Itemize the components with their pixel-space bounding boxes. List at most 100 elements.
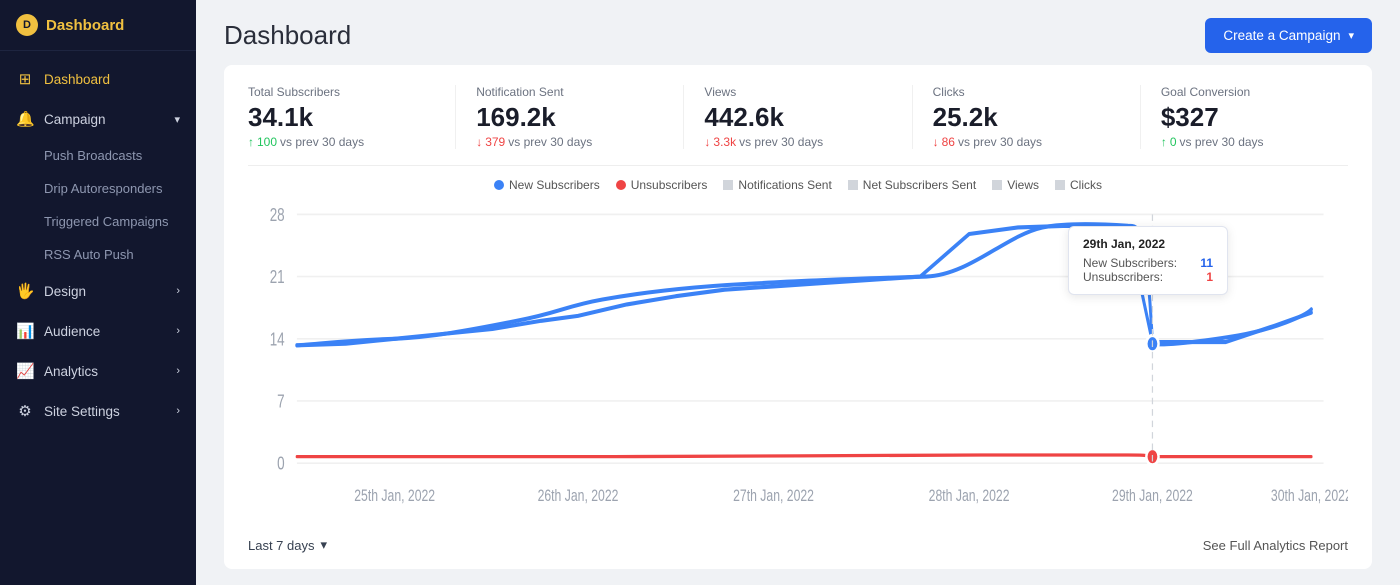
sidebar-item-push-broadcasts[interactable]: Push Broadcasts xyxy=(0,139,196,172)
sidebar-item-label: Analytics xyxy=(44,364,98,379)
sidebar-item-campaign[interactable]: 🔔 Campaign ▾ xyxy=(0,99,196,139)
create-campaign-label: Create a Campaign xyxy=(1223,28,1340,43)
arrow-down-icon: ↓ xyxy=(933,135,939,149)
chevron-down-icon: ▾ xyxy=(321,537,328,553)
stat-label: Clicks xyxy=(933,85,1120,99)
stat-label: Goal Conversion xyxy=(1161,85,1348,99)
sidebar-item-label: Design xyxy=(44,284,86,299)
change-suffix: vs prev 30 days xyxy=(280,135,364,149)
stat-change: ↑ 0 vs prev 30 days xyxy=(1161,135,1348,149)
stat-label: Total Subscribers xyxy=(248,85,435,99)
dashboard-icon: ⊞ xyxy=(16,70,34,88)
legend-square xyxy=(848,180,858,190)
main-body: Total Subscribers 34.1k ↑ 100 vs prev 30… xyxy=(196,65,1400,585)
chart-legend: New Subscribers Unsubscribers Notificati… xyxy=(248,178,1348,192)
drip-autoresponders-label: Drip Autoresponders xyxy=(44,181,163,196)
campaign-icon: 🔔 xyxy=(16,110,34,128)
sidebar-item-audience[interactable]: 📊 Audience › xyxy=(0,311,196,351)
site-settings-icon: ⚙ xyxy=(16,402,34,420)
stat-change: ↓ 3.3k vs prev 30 days xyxy=(704,135,891,149)
svg-text:0: 0 xyxy=(277,455,285,474)
period-label: Last 7 days xyxy=(248,538,315,553)
legend-label: New Subscribers xyxy=(509,178,600,192)
sidebar-logo-label: Dashboard xyxy=(46,17,124,34)
stat-change: ↑ 100 vs prev 30 days xyxy=(248,135,435,149)
stat-total-subscribers: Total Subscribers 34.1k ↑ 100 vs prev 30… xyxy=(248,85,456,149)
stat-clicks: Clicks 25.2k ↓ 86 vs prev 30 days xyxy=(933,85,1141,149)
svg-text:21: 21 xyxy=(270,268,285,287)
change-value: 100 xyxy=(257,135,277,149)
main-header: Dashboard Create a Campaign ▾ xyxy=(196,0,1400,65)
chart-bottom-bar: Last 7 days ▾ See Full Analytics Report xyxy=(248,533,1348,553)
analytics-icon: 📈 xyxy=(16,362,34,380)
stat-views: Views 442.6k ↓ 3.3k vs prev 30 days xyxy=(704,85,912,149)
sidebar-item-label: Audience xyxy=(44,324,100,339)
period-selector[interactable]: Last 7 days ▾ xyxy=(248,537,327,553)
legend-notifications-sent: Notifications Sent xyxy=(723,178,831,192)
legend-new-subscribers: New Subscribers xyxy=(494,178,600,192)
change-value: 86 xyxy=(942,135,955,149)
arrow-up-icon: ↑ xyxy=(1161,135,1167,149)
chevron-right-icon: › xyxy=(176,325,180,337)
sidebar-item-label: Site Settings xyxy=(44,404,120,419)
see-full-analytics-link[interactable]: See Full Analytics Report xyxy=(1203,538,1348,553)
legend-label: Unsubscribers xyxy=(631,178,708,192)
design-icon: 🖐 xyxy=(16,282,34,300)
legend-dot xyxy=(616,180,626,190)
legend-dot xyxy=(494,180,504,190)
audience-icon: 📊 xyxy=(16,322,34,340)
push-broadcasts-label: Push Broadcasts xyxy=(44,148,142,163)
sidebar-item-rss-auto-push[interactable]: RSS Auto Push xyxy=(0,238,196,271)
chevron-right-icon: › xyxy=(176,405,180,417)
legend-views: Views xyxy=(992,178,1039,192)
legend-square xyxy=(992,180,1002,190)
change-value: 379 xyxy=(485,135,505,149)
svg-text:7: 7 xyxy=(277,392,285,411)
page-title: Dashboard xyxy=(224,20,351,51)
sidebar-item-analytics[interactable]: 📈 Analytics › xyxy=(0,351,196,391)
legend-square xyxy=(1055,180,1065,190)
sidebar-item-site-settings[interactable]: ⚙ Site Settings › xyxy=(0,391,196,431)
svg-text:25th Jan, 2022: 25th Jan, 2022 xyxy=(354,487,435,505)
sidebar-item-dashboard[interactable]: ⊞ Dashboard xyxy=(0,59,196,99)
svg-text:30th Jan, 2022: 30th Jan, 2022 xyxy=(1271,487,1348,505)
stat-value: 169.2k xyxy=(476,103,663,132)
change-suffix: vs prev 30 days xyxy=(508,135,592,149)
chevron-down-icon: ▾ xyxy=(1348,29,1354,42)
chart-svg: 28 21 14 7 0 25th Jan, 2022 26th Jan, 20… xyxy=(248,198,1348,525)
legend-label: Net Subscribers Sent xyxy=(863,178,976,192)
sidebar-item-design[interactable]: 🖐 Design › xyxy=(0,271,196,311)
sidebar-logo[interactable]: D Dashboard xyxy=(0,0,196,51)
svg-text:29th Jan, 2022: 29th Jan, 2022 xyxy=(1112,487,1193,505)
legend-unsubscribers: Unsubscribers xyxy=(616,178,708,192)
legend-label: Notifications Sent xyxy=(738,178,831,192)
dashboard-card: Total Subscribers 34.1k ↑ 100 vs prev 30… xyxy=(224,65,1372,569)
main-content: Dashboard Create a Campaign ▾ Total Subs… xyxy=(196,0,1400,585)
legend-clicks: Clicks xyxy=(1055,178,1102,192)
change-suffix: vs prev 30 days xyxy=(739,135,823,149)
triggered-campaigns-label: Triggered Campaigns xyxy=(44,214,169,229)
svg-text:28th Jan, 2022: 28th Jan, 2022 xyxy=(929,487,1010,505)
stat-value: 442.6k xyxy=(704,103,891,132)
legend-label: Views xyxy=(1007,178,1039,192)
stat-value: 25.2k xyxy=(933,103,1120,132)
stat-goal-conversion: Goal Conversion $327 ↑ 0 vs prev 30 days xyxy=(1161,85,1348,149)
stat-change: ↓ 379 vs prev 30 days xyxy=(476,135,663,149)
change-value: 0 xyxy=(1170,135,1177,149)
change-suffix: vs prev 30 days xyxy=(958,135,1042,149)
logo-icon: D xyxy=(16,14,38,36)
svg-text:27th Jan, 2022: 27th Jan, 2022 xyxy=(733,487,814,505)
chart-container: 28 21 14 7 0 25th Jan, 2022 26th Jan, 20… xyxy=(248,198,1348,525)
sidebar-item-triggered-campaigns[interactable]: Triggered Campaigns xyxy=(0,205,196,238)
sidebar-item-label: Campaign xyxy=(44,112,106,127)
chevron-down-icon: ▾ xyxy=(174,113,180,126)
arrow-down-icon: ↓ xyxy=(704,135,710,149)
create-campaign-button[interactable]: Create a Campaign ▾ xyxy=(1205,18,1372,53)
stat-label: Notification Sent xyxy=(476,85,663,99)
sidebar-item-label: Dashboard xyxy=(44,72,110,87)
sidebar-item-drip-autoresponders[interactable]: Drip Autoresponders xyxy=(0,172,196,205)
rss-auto-push-label: RSS Auto Push xyxy=(44,247,134,262)
arrow-down-icon: ↓ xyxy=(476,135,482,149)
stat-label: Views xyxy=(704,85,891,99)
svg-text:28: 28 xyxy=(270,206,285,225)
